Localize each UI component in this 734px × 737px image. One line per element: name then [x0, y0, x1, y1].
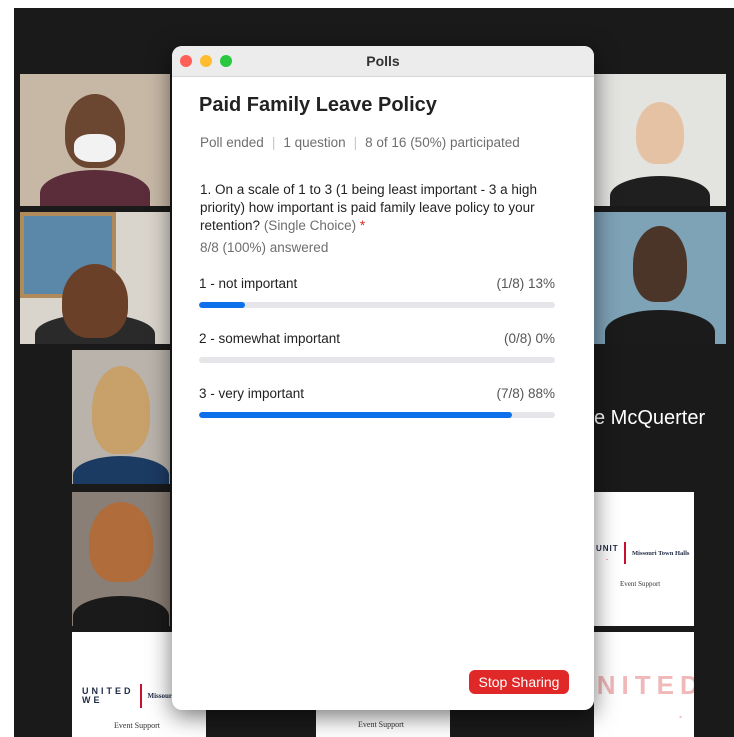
- result-bar-track: [199, 302, 555, 308]
- result-bar-fill: [199, 302, 246, 308]
- participant-head: [92, 366, 150, 454]
- question-count: 1 question: [283, 135, 346, 150]
- participant-body: [40, 170, 150, 206]
- participant-name: e McQuerter: [594, 407, 706, 429]
- poll-option: 1 - not important (1/8) 13%: [199, 276, 555, 308]
- stop-sharing-button[interactable]: Stop Sharing: [469, 670, 569, 694]
- window-titlebar[interactable]: Polls: [172, 46, 594, 77]
- poll-option: 3 - very important (7/8) 88%: [199, 386, 555, 418]
- poll-status: Poll ended: [200, 135, 264, 150]
- poll-meta: Poll ended | 1 question | 8 of 16 (50%) …: [200, 135, 520, 150]
- participant-body: [610, 176, 710, 206]
- option-result: (1/8) 13%: [496, 276, 555, 291]
- participant-body: [605, 310, 715, 344]
- result-bar-track: [199, 357, 555, 363]
- participation-count: 8 of 16 (50%) participated: [365, 135, 520, 150]
- result-bar-track: [199, 412, 555, 418]
- window-title: Polls: [366, 53, 400, 69]
- video-tile[interactable]: [594, 74, 726, 206]
- polls-window: Polls Paid Family Leave Policy Poll ende…: [172, 46, 594, 710]
- video-tile[interactable]: [20, 212, 170, 344]
- event-support-label: Event Support: [114, 721, 160, 730]
- united-we-logo: UNITED WE Missouri T: [82, 684, 180, 708]
- participant-head: [89, 502, 153, 582]
- logo-card[interactable]: UNITED .: [594, 632, 694, 737]
- participant-body: [73, 456, 169, 484]
- poll-option: 2 - somewhat important (0/8) 0%: [199, 331, 555, 363]
- poll-question: 1. On a scale of 1 to 3 (1 being least i…: [200, 181, 560, 235]
- video-tile[interactable]: [72, 492, 170, 626]
- face-mask: [74, 134, 116, 162]
- united-we-logo: UNITED . Missouri Town Halls: [596, 542, 689, 564]
- option-result: (0/8) 0%: [503, 331, 555, 346]
- video-tile[interactable]: [594, 212, 726, 344]
- participant-body: [73, 596, 169, 626]
- option-label: 3 - very important: [199, 386, 305, 401]
- question-text: 1. On a scale of 1 to 3 (1 being least i…: [200, 182, 537, 233]
- participant-head: [633, 226, 687, 302]
- logo-card[interactable]: UNITED . Missouri Town Halls Event Suppo…: [594, 492, 694, 626]
- participant-head: [636, 102, 684, 164]
- participant-head: [62, 264, 128, 338]
- logo-divider: [139, 684, 142, 708]
- option-result: (7/8) 88%: [496, 386, 555, 401]
- result-bar-fill: [199, 412, 513, 418]
- logo-divider: [624, 542, 626, 564]
- question-type: (Single Choice): [263, 218, 357, 233]
- meta-divider: |: [353, 135, 358, 150]
- faded-logo-text: UNITED: [594, 670, 694, 700]
- faded-logo-dot: .: [678, 702, 684, 722]
- logo-card[interactable]: Event Support: [316, 708, 450, 737]
- video-tile[interactable]: [72, 350, 170, 484]
- video-tile-name-only[interactable]: e McQuerter: [594, 350, 734, 484]
- answered-count: 8/8 (100%) answered: [200, 240, 329, 255]
- option-label: 1 - not important: [199, 276, 298, 291]
- event-support-label: Event Support: [358, 720, 404, 729]
- meta-divider: |: [271, 135, 276, 150]
- video-tile[interactable]: [20, 74, 170, 206]
- required-marker: *: [359, 218, 366, 233]
- poll-title: Paid Family Leave Policy: [199, 94, 437, 116]
- event-support-label: Event Support: [620, 580, 661, 588]
- option-label: 2 - somewhat important: [199, 331, 341, 346]
